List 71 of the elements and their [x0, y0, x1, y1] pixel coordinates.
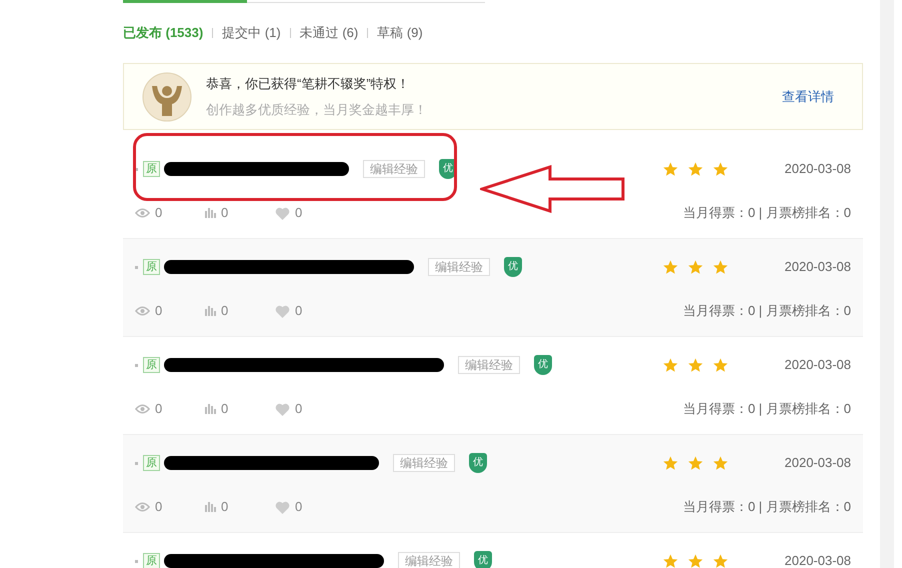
ranking-text: 当月得票：0 | 月票榜排名：0 — [682, 400, 851, 418]
original-tag: 原 — [143, 455, 160, 471]
like-count: 0 — [295, 498, 302, 516]
view-count: 0 — [155, 400, 164, 418]
details-link[interactable]: 查看详情 — [782, 86, 834, 106]
status-tab[interactable]: 未通过 (6) — [300, 23, 358, 43]
star-icon — [712, 258, 728, 276]
date-text: 2020-03-08 — [784, 454, 851, 472]
cheering-person-icon — [142, 72, 192, 122]
eye-icon — [135, 208, 150, 218]
star-icon — [686, 356, 704, 374]
heart-icon — [275, 500, 290, 514]
ranking-text: 当月得票：0 | 月票榜排名：0 — [682, 302, 851, 320]
quality-badge: 优 — [474, 551, 492, 568]
star-icon — [686, 552, 704, 568]
eye-icon — [135, 404, 150, 414]
star-icon — [712, 160, 728, 178]
star-icon — [686, 258, 704, 276]
date-text: 2020-03-08 — [784, 160, 851, 178]
quality-badge: 优 — [534, 355, 552, 375]
annotation-arrow-icon — [480, 165, 625, 213]
vote-count: 0 — [221, 302, 230, 320]
edit-button[interactable]: 编辑经验 — [393, 454, 455, 472]
edit-button[interactable]: 编辑经验 — [398, 552, 460, 568]
date-text: 2020-03-08 — [784, 356, 851, 374]
star-icon — [662, 356, 678, 374]
original-tag: 原 — [143, 161, 160, 177]
heart-icon — [275, 402, 290, 416]
status-tab[interactable]: 已发布 (1533) — [123, 23, 204, 43]
star-icon — [662, 258, 678, 276]
vote-count: 0 — [221, 498, 230, 516]
edit-button[interactable]: 编辑经验 — [428, 258, 490, 276]
like-count: 0 — [295, 204, 302, 222]
like-count: 0 — [295, 302, 302, 320]
quality-badge: 优 — [504, 257, 522, 277]
original-tag: 原 — [143, 259, 160, 275]
star-icon — [662, 552, 678, 568]
eye-icon — [135, 502, 150, 512]
view-count: 0 — [155, 498, 164, 516]
star-icon — [712, 552, 728, 568]
vote-count: 0 — [221, 204, 230, 222]
status-tab[interactable]: 草稿 (9) — [377, 23, 423, 43]
star-icon — [686, 160, 704, 178]
vote-count: 0 — [221, 400, 230, 418]
star-icon — [712, 454, 728, 472]
quality-badge: 优 — [469, 453, 487, 473]
original-tag: 原 — [143, 357, 160, 373]
heart-icon — [275, 206, 290, 220]
bar-chart-icon — [205, 306, 216, 316]
notice-title: 恭喜，你已获得“笔耕不辍奖”特权！ — [206, 75, 411, 93]
bar-chart-icon — [205, 208, 216, 218]
eye-icon — [135, 306, 150, 316]
notice-subtitle: 创作越多优质经验，当月奖金越丰厚！ — [206, 100, 427, 118]
ranking-text: 当月得票：0 | 月票榜排名：0 — [682, 498, 851, 516]
like-count: 0 — [295, 400, 302, 418]
star-icon — [662, 160, 678, 178]
date-text: 2020-03-08 — [784, 258, 851, 276]
date-text: 2020-03-08 — [784, 552, 851, 568]
status-tab[interactable]: 提交中 (1) — [222, 23, 281, 43]
star-icon — [662, 454, 678, 472]
bar-chart-icon — [205, 404, 216, 414]
view-count: 0 — [155, 302, 164, 320]
bar-chart-icon — [205, 502, 216, 512]
heart-icon — [275, 304, 290, 318]
star-icon — [712, 356, 728, 374]
ranking-text: 当月得票：0 | 月票榜排名：0 — [682, 204, 851, 222]
original-tag: 原 — [143, 553, 160, 568]
edit-button[interactable]: 编辑经验 — [363, 160, 425, 178]
edit-button[interactable]: 编辑经验 — [458, 356, 520, 374]
star-icon — [686, 454, 704, 472]
view-count: 0 — [155, 204, 164, 222]
